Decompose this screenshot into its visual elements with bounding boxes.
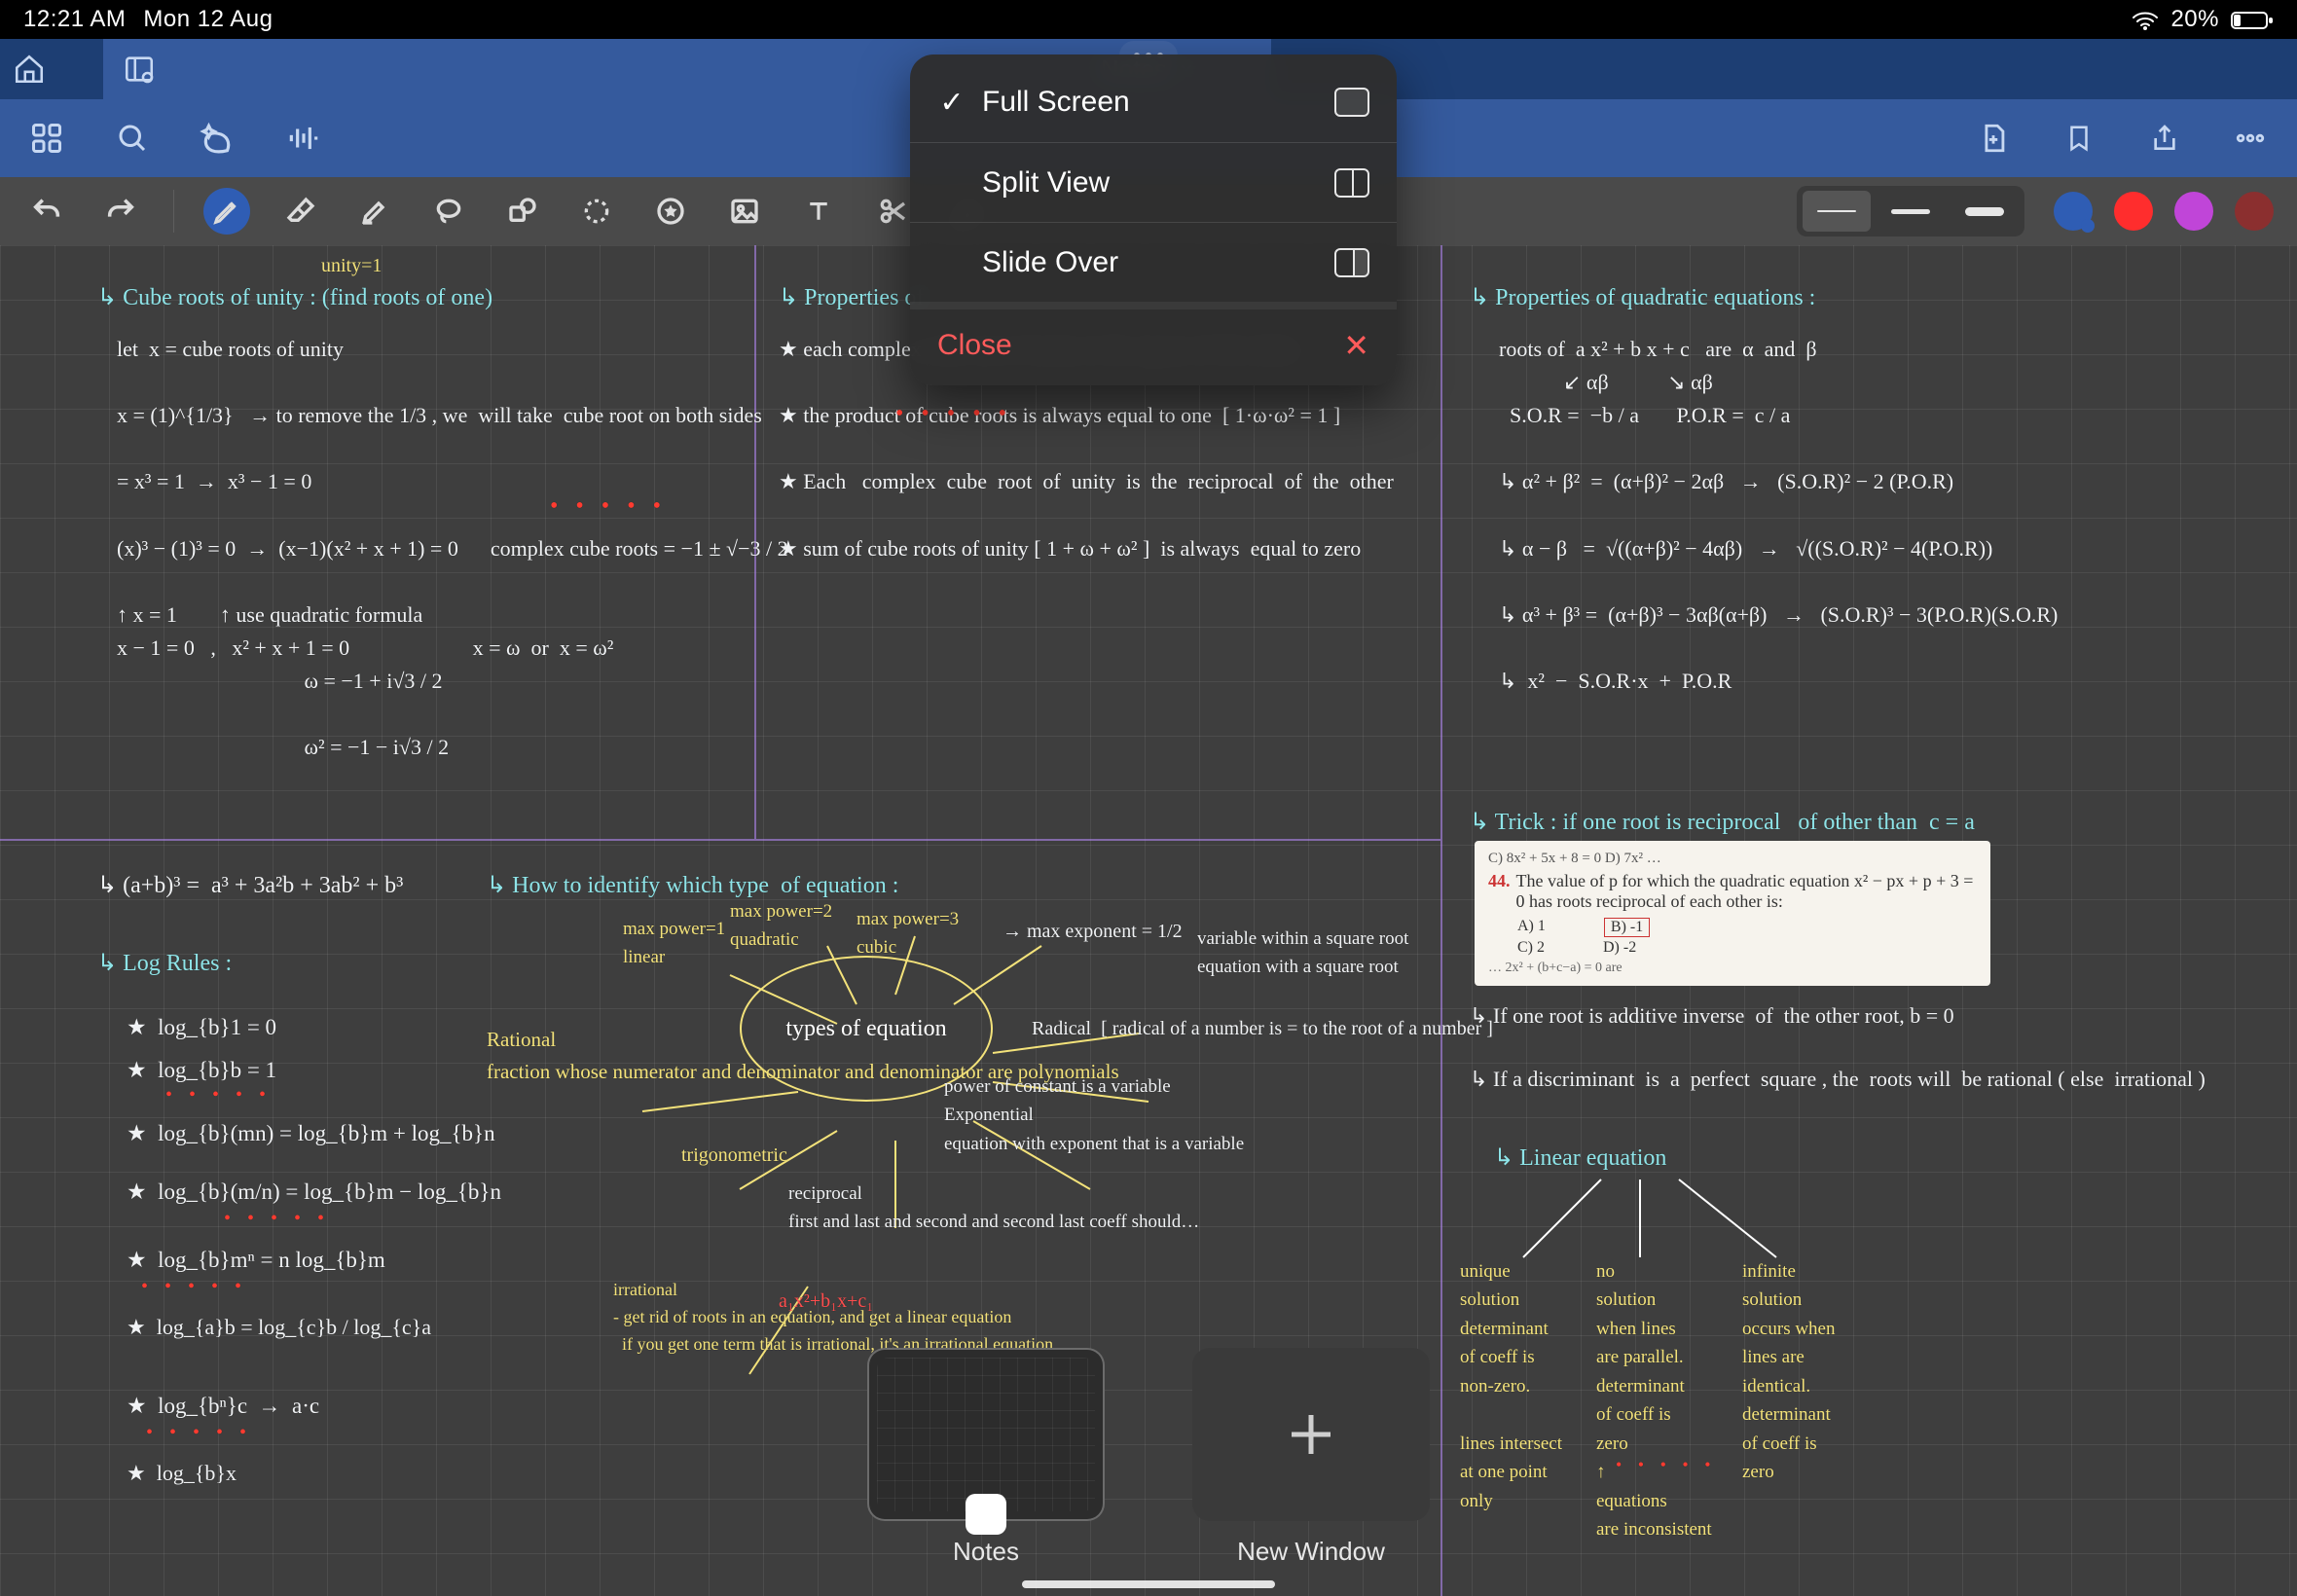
note-canvas[interactable]: ↳ Cube roots of unity : (find roots of o… <box>0 245 2297 1596</box>
mindmap-branch: reciprocal first and last and second and… <box>788 1179 1061 1237</box>
note-line: ↳ If one root is additive inverse of the… <box>1470 999 1954 1033</box>
color-darkred[interactable] <box>2235 192 2274 231</box>
more-button[interactable] <box>2229 117 2272 160</box>
split-view-icon <box>1334 168 1369 198</box>
linear-col: no solution when lines are parallel. det… <box>1596 1257 1762 1543</box>
popover-split-view[interactable]: Split View <box>910 142 1397 222</box>
linear-col: infinite solution occurs when lines are … <box>1742 1257 1908 1487</box>
circular-select-tool[interactable] <box>573 188 620 235</box>
note-heading: ↳ Log Rules : <box>97 946 232 982</box>
weight-medium[interactable] <box>1877 191 1945 232</box>
wifi-icon <box>2132 6 2159 33</box>
slide-over-icon <box>1334 248 1369 277</box>
mindmap-branch: → max exponent = 1/2 <box>1003 917 1183 947</box>
status-time: 12:21 AM <box>23 6 126 33</box>
scissors-tool[interactable] <box>869 188 916 235</box>
mindmap-branch: max power=3 cubic <box>857 905 959 962</box>
note-heading: ↳ Trick : if one root is reciprocal of o… <box>1470 805 1975 841</box>
window-switcher: ✎ Notes New Window <box>867 1348 1430 1567</box>
emphasis-dots: • • • • • <box>146 1418 252 1448</box>
switcher-current-window[interactable]: ✎ Notes <box>867 1348 1105 1567</box>
popover-full-screen[interactable]: ✓ Full Screen <box>910 62 1397 142</box>
section-divider <box>0 839 1440 841</box>
mindmap-branch: Radical [ radical of a number is = to th… <box>1032 1014 1493 1044</box>
emphasis-dots: • • • • • <box>895 396 1012 432</box>
color-magenta[interactable] <box>2174 192 2213 231</box>
thumbnail-grid-button[interactable] <box>25 117 68 160</box>
ai-select-button[interactable] <box>197 117 239 160</box>
log-rule: ★ log_{b}x <box>127 1457 237 1490</box>
weight-thick[interactable] <box>1951 191 2019 232</box>
redo-button[interactable] <box>97 188 144 235</box>
full-screen-icon <box>1334 88 1369 117</box>
popover-item-label: Slide Over <box>982 246 1118 279</box>
note-body: let x = cube roots of unity x = (1)^{1/3… <box>117 333 740 764</box>
eraser-tool[interactable] <box>277 188 324 235</box>
weight-thin[interactable] <box>1803 191 1871 232</box>
mindmap-branch: max power=1 linear <box>623 915 725 972</box>
note-heading: ↳ Cube roots of unity : (find roots of o… <box>97 280 492 316</box>
switcher-new-window[interactable]: New Window <box>1192 1348 1430 1567</box>
popover-item-label: Split View <box>982 166 1110 200</box>
note-heading: ↳ (a+b)³ = a³ + 3a²b + 3ab² + b³ <box>97 868 403 904</box>
popover-close[interactable]: Close ✕ <box>910 302 1397 381</box>
note-body: roots of a x² + b x + c are α and β ↙ αβ… <box>1499 333 2258 698</box>
new-window-thumbnail[interactable] <box>1192 1348 1430 1521</box>
section-divider <box>1440 839 1442 1596</box>
pen-tool[interactable] <box>203 188 250 235</box>
battery-percent: 20% <box>2170 6 2219 33</box>
section-divider <box>1440 245 1442 839</box>
checkmark-icon: ✓ <box>937 86 966 120</box>
close-icon: ✕ <box>1343 327 1369 364</box>
lasso-tool[interactable] <box>425 188 472 235</box>
bookmark-button[interactable] <box>2058 117 2100 160</box>
app-icon: ✎ <box>966 1494 1006 1535</box>
image-tool[interactable] <box>721 188 768 235</box>
note-annotation: a₁x²+b₁x+c₁ <box>779 1287 873 1317</box>
emphasis-dots: • • • • • <box>1616 1452 1717 1479</box>
home-indicator[interactable] <box>1022 1580 1275 1588</box>
share-button[interactable] <box>2143 117 2186 160</box>
popover-slide-over[interactable]: Slide Over <box>910 222 1397 302</box>
stroke-weight-segmented[interactable] <box>1797 186 2024 236</box>
undo-button[interactable] <box>23 188 70 235</box>
note-heading: ↳ Properties of <box>779 280 924 316</box>
text-tool[interactable] <box>795 188 842 235</box>
emphasis-dots: • • • • • <box>141 1272 247 1302</box>
mindmap-branch: trigonometric <box>681 1141 787 1171</box>
popover-item-label: Close <box>937 329 1012 362</box>
note-heading: ↳ Properties of quadratic equations : <box>1470 280 1815 316</box>
note-line: ↳ If a discriminant is a perfect square … <box>1470 1063 2268 1096</box>
mindmap-branch: variable within a square root equation w… <box>1197 925 1408 982</box>
window-thumbnail[interactable]: ✎ <box>867 1348 1105 1521</box>
mindmap-branch: power of constant is a variable Exponent… <box>944 1072 1236 1158</box>
shape-tool[interactable] <box>499 188 546 235</box>
color-blue[interactable] <box>2054 192 2093 231</box>
multitasking-popover: ✓ Full Screen Split View Slide Over Close… <box>910 54 1397 385</box>
note-annotation: unity=1 <box>321 251 382 281</box>
log-rule: ★ log_{a}b = log_{c}b / log_{c}a <box>127 1311 431 1344</box>
emphasis-dots: • • • • • <box>550 489 667 525</box>
embedded-screenshot: C) 8x² + 5x + 8 = 0 D) 7x² … 44. The val… <box>1475 841 1990 986</box>
switcher-label: New Window <box>1237 1537 1385 1567</box>
audio-button[interactable] <box>282 117 325 160</box>
status-bar: 12:21 AM Mon 12 Aug 20% <box>0 0 2297 39</box>
switcher-label: Notes <box>953 1537 1019 1567</box>
log-rule: ★ log_{b}1 = 0 <box>127 1004 276 1051</box>
battery-icon <box>2231 6 2274 33</box>
mindmap-branch: Rational fraction whose numerator and de… <box>487 1024 759 1087</box>
add-page-button[interactable] <box>1972 117 2015 160</box>
emphasis-dots: • • • • • <box>165 1080 272 1110</box>
mindmap-branch: max power=2 quadratic <box>730 897 832 955</box>
color-red[interactable] <box>2114 192 2153 231</box>
stamp-tool[interactable] <box>647 188 694 235</box>
highlighter-tool[interactable] <box>351 188 398 235</box>
emphasis-dots: • • • • • <box>224 1204 330 1234</box>
popover-item-label: Full Screen <box>982 86 1130 119</box>
search-button[interactable] <box>111 117 154 160</box>
status-date: Mon 12 Aug <box>143 6 273 33</box>
color-palette <box>2054 192 2274 231</box>
log-rule: ★ log_{b}(mn) = log_{b}m + log_{b}n <box>127 1116 495 1151</box>
